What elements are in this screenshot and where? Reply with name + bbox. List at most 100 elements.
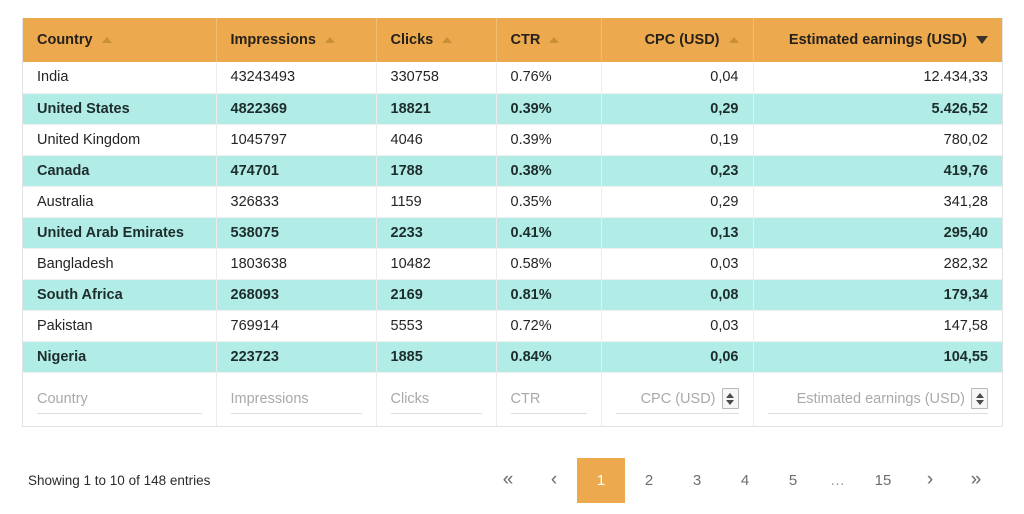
cell-earnings: 780,02 bbox=[753, 124, 1002, 156]
filter-input-estimated-earnings[interactable] bbox=[767, 385, 965, 412]
cell-earnings: 419,76 bbox=[753, 155, 1002, 187]
cell-earnings: 147,58 bbox=[753, 310, 1002, 342]
pagination-page-3[interactable]: 3 bbox=[673, 459, 721, 501]
sort-ascending-icon[interactable] bbox=[549, 37, 560, 43]
pagination-page-4[interactable]: 4 bbox=[721, 459, 769, 501]
number-stepper-icon[interactable] bbox=[971, 388, 988, 410]
cell-impressions: 538075 bbox=[216, 217, 377, 249]
table-filter-row-container bbox=[23, 372, 1002, 426]
pagination-prev-button[interactable]: ‹ bbox=[531, 459, 577, 501]
column-header-label: Country bbox=[37, 32, 93, 48]
pagination-next-button[interactable]: › bbox=[907, 459, 953, 501]
cell-clicks: 2233 bbox=[376, 217, 497, 249]
cell-cpc: 0,03 bbox=[601, 310, 754, 342]
cell-earnings: 104,55 bbox=[753, 341, 1002, 373]
sort-ascending-icon[interactable] bbox=[324, 37, 335, 43]
cell-country: Pakistan bbox=[23, 310, 217, 342]
column-header-estimated-earnings[interactable]: Estimated earnings (USD) bbox=[753, 18, 1002, 62]
column-header-country[interactable]: Country bbox=[23, 18, 217, 62]
table-head: Country Impressions Clicks CTR CPC (USD)… bbox=[23, 18, 1002, 62]
cell-country: United Arab Emirates bbox=[23, 217, 217, 249]
cell-country: Canada bbox=[23, 155, 217, 187]
column-header-label: Clicks bbox=[390, 32, 434, 48]
pagination-page-2[interactable]: 2 bbox=[625, 459, 673, 501]
cell-ctr: 0.38% bbox=[496, 155, 602, 187]
filter-cell-clicks bbox=[376, 372, 497, 426]
pagination-page-5[interactable]: 5 bbox=[769, 459, 817, 501]
cell-cpc: 0,13 bbox=[601, 217, 754, 249]
cell-clicks: 5553 bbox=[376, 310, 497, 342]
filter-input-country[interactable] bbox=[37, 385, 202, 412]
cell-clicks: 18821 bbox=[376, 93, 497, 125]
pagination: « ‹ 1 2 3 4 5 … 15 › » bbox=[485, 457, 1003, 503]
column-header-ctr[interactable]: CTR bbox=[496, 18, 602, 62]
stepper-down-icon[interactable] bbox=[975, 399, 984, 405]
cell-earnings: 282,32 bbox=[753, 248, 1002, 280]
cell-cpc: 0,23 bbox=[601, 155, 754, 187]
cell-cpc: 0,06 bbox=[601, 341, 754, 373]
sort-descending-icon[interactable] bbox=[976, 36, 988, 44]
cell-country: India bbox=[23, 62, 217, 94]
sort-ascending-icon[interactable] bbox=[728, 37, 739, 43]
stepper-up-icon[interactable] bbox=[975, 392, 984, 398]
cell-impressions: 268093 bbox=[216, 279, 377, 311]
filter-input-ctr[interactable] bbox=[510, 385, 587, 412]
sort-ascending-icon[interactable] bbox=[101, 37, 112, 43]
column-header-impressions[interactable]: Impressions bbox=[216, 18, 377, 62]
column-header-cpc[interactable]: CPC (USD) bbox=[601, 18, 754, 62]
cell-impressions: 1045797 bbox=[216, 124, 377, 156]
cell-ctr: 0.72% bbox=[496, 310, 602, 342]
cell-ctr: 0.39% bbox=[496, 93, 602, 125]
cell-impressions: 4822369 bbox=[216, 93, 377, 125]
table-row: United States 4822369 18821 0.39% 0,29 5.426,… bbox=[23, 93, 1002, 125]
stepper-down-icon[interactable] bbox=[726, 399, 734, 405]
cell-country: Nigeria bbox=[23, 341, 217, 373]
column-header-label: CTR bbox=[510, 32, 541, 48]
cell-clicks: 1159 bbox=[376, 186, 497, 218]
table-row: Australia 326833 1159 0.35% 0,29 341,28 bbox=[23, 186, 1002, 218]
filter-input-cpc[interactable] bbox=[615, 385, 716, 412]
column-header-label: Estimated earnings (USD) bbox=[788, 32, 967, 48]
pagination-page-1[interactable]: 1 bbox=[577, 457, 625, 503]
cell-impressions: 1803638 bbox=[216, 248, 377, 280]
cell-clicks: 1885 bbox=[376, 341, 497, 373]
pagination-ellipsis: … bbox=[830, 471, 846, 489]
table-row: Bangladesh 1803638 10482 0.58% 0,03 282,32 bbox=[23, 248, 1002, 280]
entries-summary: Showing 1 to 10 of 148 entries bbox=[28, 472, 211, 488]
filter-input-clicks[interactable] bbox=[390, 385, 482, 412]
filter-cell-ctr bbox=[496, 372, 602, 426]
stepper-up-icon[interactable] bbox=[726, 392, 734, 398]
cell-impressions: 769914 bbox=[216, 310, 377, 342]
pagination-last-button[interactable]: » bbox=[953, 459, 999, 501]
filter-row bbox=[23, 372, 1002, 426]
filter-cell-cpc bbox=[601, 372, 754, 426]
cell-cpc: 0,03 bbox=[601, 248, 754, 280]
table-row: Pakistan 769914 5553 0.72% 0,03 147,58 bbox=[23, 310, 1002, 342]
cell-ctr: 0.76% bbox=[496, 62, 602, 94]
cell-impressions: 43243493 bbox=[216, 62, 377, 94]
cell-impressions: 474701 bbox=[216, 155, 377, 187]
cell-country: United Kingdom bbox=[23, 124, 217, 156]
data-table-container: Country Impressions Clicks CTR CPC (USD)… bbox=[22, 18, 1003, 427]
page-root: Country Impressions Clicks CTR CPC (USD)… bbox=[0, 0, 1024, 514]
cell-cpc: 0,29 bbox=[601, 186, 754, 218]
number-stepper-icon[interactable] bbox=[721, 388, 739, 410]
sort-ascending-icon[interactable] bbox=[442, 37, 453, 43]
column-header-clicks[interactable]: Clicks bbox=[376, 18, 497, 62]
pagination-page-last[interactable]: 15 bbox=[859, 459, 907, 501]
cell-country: South Africa bbox=[23, 279, 217, 311]
table-footer: Showing 1 to 10 of 148 entries « ‹ 1 2 3… bbox=[22, 452, 1003, 508]
cell-clicks: 1788 bbox=[376, 155, 497, 187]
table-row: Canada 474701 1788 0.38% 0,23 419,76 bbox=[23, 155, 1002, 187]
table-row: United Arab Emirates 538075 2233 0.41% 0,13 2… bbox=[23, 217, 1002, 249]
filter-input-impressions[interactable] bbox=[230, 385, 362, 412]
cell-earnings: 5.426,52 bbox=[753, 93, 1002, 125]
cell-country: Bangladesh bbox=[23, 248, 217, 280]
cell-cpc: 0,19 bbox=[601, 124, 754, 156]
cell-earnings: 179,34 bbox=[753, 279, 1002, 311]
cell-ctr: 0.39% bbox=[496, 124, 602, 156]
cell-ctr: 0.58% bbox=[496, 248, 602, 280]
analytics-table: Country Impressions Clicks CTR CPC (USD)… bbox=[23, 18, 1002, 426]
header-row: Country Impressions Clicks CTR CPC (USD)… bbox=[23, 18, 1002, 62]
pagination-first-button[interactable]: « bbox=[485, 459, 531, 501]
